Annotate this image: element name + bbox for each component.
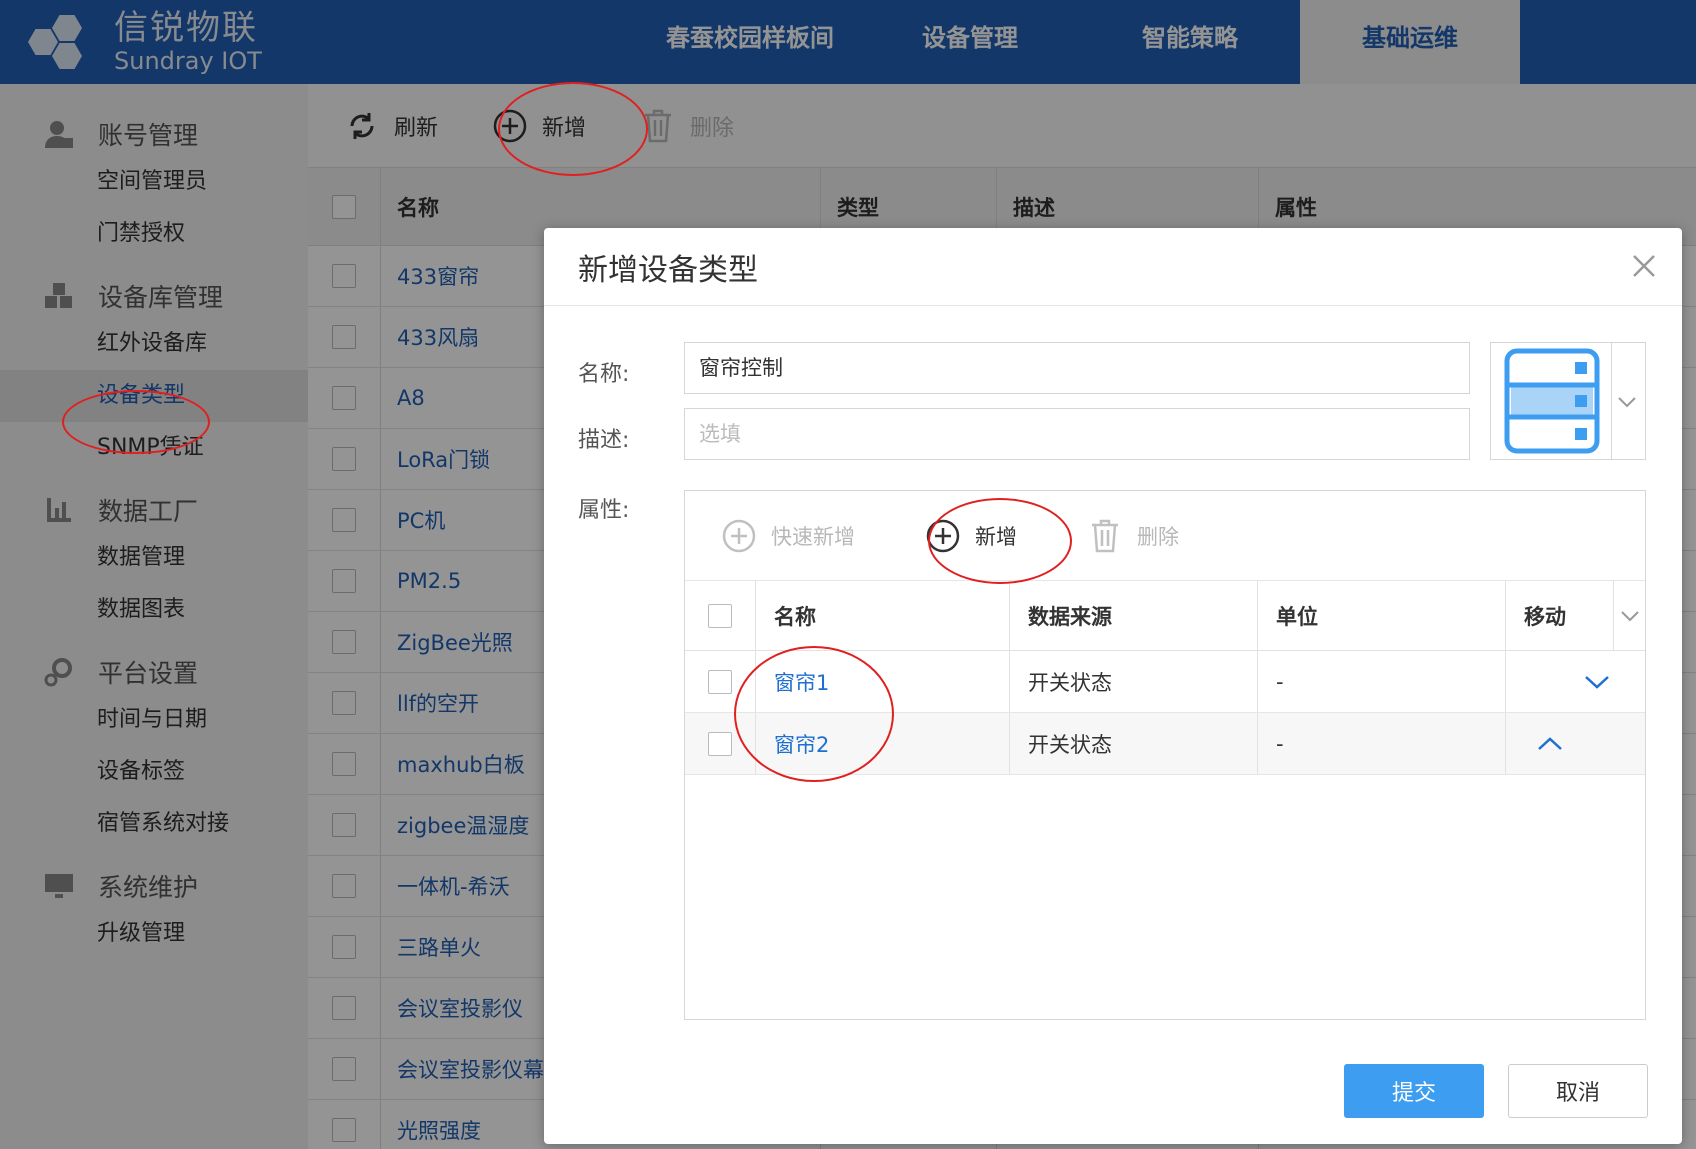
attr-row-unit: -	[1257, 651, 1505, 712]
desc-input[interactable]: 选填	[684, 408, 1470, 460]
attr-column-source: 数据来源	[1009, 581, 1257, 650]
attr-row-name[interactable]: 窗帘1	[755, 651, 1009, 712]
attr-row[interactable]: 窗帘2 开关状态 -	[685, 713, 1645, 775]
trash-icon	[1087, 518, 1123, 554]
attr-row-unit: -	[1257, 713, 1505, 774]
quick-add-button[interactable]: 快速新增	[721, 518, 855, 554]
icon-picker[interactable]	[1490, 342, 1646, 460]
attr-column-name: 名称	[755, 581, 1009, 650]
chevron-down-icon[interactable]	[1613, 581, 1645, 650]
desc-label: 描述:	[578, 428, 630, 453]
attr-row-checkbox[interactable]	[708, 731, 732, 756]
attr-row-source: 开关状态	[1009, 713, 1257, 774]
move-up-icon[interactable]	[1536, 735, 1564, 753]
attribute-panel: 快速新增 新增 删除 名称 数据来源 单位 移动 窗帘1 开关状态 - 窗帘2 …	[684, 490, 1646, 1020]
server-icon	[1504, 348, 1600, 454]
add-device-type-dialog: 新增设备类型 名称: 窗帘控制 描述: 选填 属性: 快速新增 新增 删除 名称…	[544, 228, 1682, 1144]
attr-row-source: 开关状态	[1009, 651, 1257, 712]
name-label: 名称:	[578, 362, 630, 387]
attr-column-move: 移动	[1505, 581, 1613, 650]
move-cell	[1505, 713, 1613, 774]
dialog-title: 新增设备类型	[578, 252, 758, 288]
attr-column-unit: 单位	[1257, 581, 1505, 650]
move-cell	[1505, 651, 1613, 712]
attr-add-button[interactable]: 新增	[925, 518, 1017, 554]
attr-row-checkbox[interactable]	[708, 669, 732, 694]
plus-circle-icon	[721, 518, 757, 554]
attr-row-name[interactable]: 窗帘2	[755, 713, 1009, 774]
submit-button[interactable]: 提交	[1344, 1064, 1484, 1118]
attr-row[interactable]: 窗帘1 开关状态 -	[685, 651, 1645, 713]
close-icon[interactable]	[1626, 248, 1662, 284]
chevron-down-icon[interactable]	[1617, 395, 1637, 409]
attr-delete-button[interactable]: 删除	[1087, 518, 1179, 554]
cancel-button[interactable]: 取消	[1508, 1064, 1648, 1118]
attr-label: 属性:	[578, 498, 630, 523]
attr-table-header: 名称 数据来源 单位 移动	[685, 581, 1645, 651]
attr-select-all-checkbox[interactable]	[708, 603, 732, 628]
name-input[interactable]: 窗帘控制	[684, 342, 1470, 394]
plus-circle-icon	[925, 518, 961, 554]
move-down-icon[interactable]	[1583, 673, 1611, 691]
